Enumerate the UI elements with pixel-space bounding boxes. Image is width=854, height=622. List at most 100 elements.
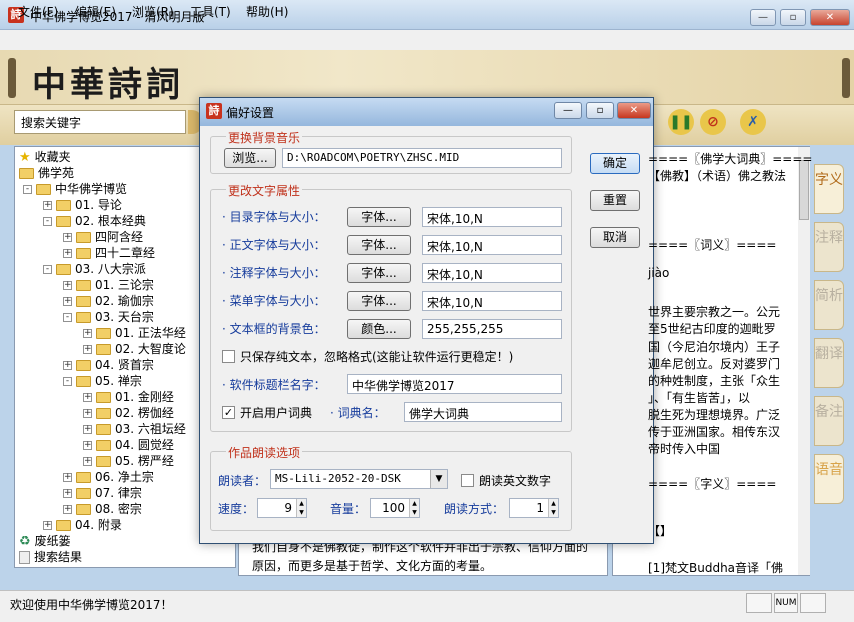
body-font-field[interactable]: 宋体,10,N — [422, 235, 562, 255]
plain-text-checkbox[interactable] — [222, 350, 235, 363]
tree-item[interactable]: ★ 收藏夹 — [19, 149, 71, 165]
expand-icon[interactable]: + — [63, 281, 72, 290]
search-input[interactable]: 搜索关键字 — [14, 110, 186, 134]
collapse-icon[interactable]: - — [43, 217, 52, 226]
expand-icon[interactable]: + — [83, 409, 92, 418]
expand-icon[interactable]: + — [63, 473, 72, 482]
bg-color-button[interactable]: 颜色... — [347, 319, 411, 339]
toc-font-field[interactable]: 宋体,10,N — [422, 207, 562, 227]
tree-item-label: 02. 大智度论 — [115, 342, 186, 356]
tree-item-label: 四十二章经 — [95, 246, 156, 260]
menu-tools[interactable]: 工具(T) — [190, 3, 231, 20]
read-mode-spin-icon[interactable]: ▲ ▼ — [548, 499, 558, 517]
expand-icon[interactable]: + — [63, 249, 72, 258]
tree-item[interactable]: +08. 密宗 — [63, 501, 142, 517]
tab-analysis[interactable]: 简析 — [814, 280, 844, 330]
tree-item[interactable]: +02. 楞伽经 — [83, 405, 174, 421]
tree-item[interactable]: + 四阿含经 — [63, 229, 143, 245]
tab-annotation[interactable]: 注释 — [814, 222, 844, 272]
tree-item[interactable]: +01. 金刚经 — [83, 389, 174, 405]
close-button[interactable]: ✕ — [810, 9, 850, 26]
tree-item[interactable]: + 四十二章经 — [63, 245, 155, 261]
reset-button[interactable]: 重置 — [590, 190, 640, 211]
collapse-icon[interactable]: - — [23, 185, 32, 194]
expand-icon[interactable]: + — [63, 297, 72, 306]
tree-item[interactable]: - 中华佛学博览 — [23, 181, 127, 197]
dialog-maximize-button[interactable]: ▫ — [586, 102, 614, 119]
expand-icon[interactable]: + — [63, 233, 72, 242]
tree-item[interactable]: 佛学苑 — [19, 165, 74, 181]
maximize-button[interactable]: ▫ — [780, 9, 806, 26]
toc-font-button[interactable]: 字体... — [347, 207, 411, 227]
tree-item[interactable]: +04. 附录 — [43, 517, 122, 533]
cancel-button[interactable]: 取消 — [590, 227, 640, 248]
tree-item[interactable]: ♻ 废纸篓 — [19, 533, 71, 549]
title-name-field[interactable]: 中华佛学博览2017 — [347, 374, 562, 394]
note-font-field[interactable]: 宋体,10,N — [422, 263, 562, 283]
tree-item[interactable]: - 03. 天台宗 — [63, 309, 154, 325]
tree-item[interactable]: +01. 导论 — [43, 197, 122, 213]
pause-icon[interactable]: ❚❚ — [668, 109, 694, 135]
volume-spin-icon[interactable]: ▲ ▼ — [409, 499, 419, 517]
tree-item[interactable]: +07. 律宗 — [63, 485, 142, 501]
expand-icon[interactable]: + — [63, 489, 72, 498]
menu-font-field[interactable]: 宋体,10,N — [422, 291, 562, 311]
expand-icon[interactable]: + — [83, 457, 92, 466]
menu-browse[interactable]: 浏览(R) — [132, 3, 174, 20]
mute-icon[interactable]: ⊘ — [700, 109, 726, 135]
collapse-icon[interactable]: - — [63, 377, 72, 386]
tree-item[interactable]: - 03. 八大宗派 — [43, 261, 146, 277]
minimize-button[interactable]: — — [750, 9, 776, 26]
expand-icon[interactable]: + — [83, 425, 92, 434]
tree-item[interactable]: +02. 大智度论 — [83, 341, 186, 357]
menu-help[interactable]: 帮助(H) — [246, 3, 288, 20]
expand-icon[interactable]: + — [43, 521, 52, 530]
tools-icon[interactable]: ✗ — [740, 109, 766, 135]
tree-item[interactable]: +03. 六祖坛经 — [83, 421, 186, 437]
tree-item[interactable]: +05. 楞严经 — [83, 453, 174, 469]
tab-meaning[interactable]: 字义 — [814, 164, 844, 214]
expand-icon[interactable]: + — [83, 441, 92, 450]
browse-button[interactable]: 浏览... — [224, 148, 276, 168]
tree-item[interactable]: +01. 正法华经 — [83, 325, 186, 341]
tab-translation[interactable]: 翻译 — [814, 338, 844, 388]
ok-button[interactable]: 确定 — [590, 153, 640, 174]
menu-font-button[interactable]: 字体... — [347, 291, 411, 311]
expand-icon[interactable]: + — [63, 361, 72, 370]
tree-item[interactable]: - 05. 禅宗 — [63, 373, 142, 389]
dialog-close-button[interactable]: ✕ — [617, 102, 651, 119]
tab-notes[interactable]: 备注 — [814, 396, 844, 446]
tab-audio[interactable]: 语音 — [814, 454, 844, 504]
tree-item[interactable]: 搜索结果 — [19, 549, 82, 565]
dict-name-field[interactable]: 佛学大词典 — [404, 402, 562, 422]
user-dict-checkbox[interactable]: ✓ — [222, 406, 235, 419]
tree-item[interactable]: +04. 贤首宗 — [63, 357, 154, 373]
status-panel-3 — [800, 593, 826, 613]
speed-spin-icon[interactable]: ▲ ▼ — [296, 499, 306, 517]
expand-icon[interactable]: + — [83, 393, 92, 402]
tree-item[interactable]: +06. 净土宗 — [63, 469, 154, 485]
collapse-icon[interactable]: - — [63, 313, 72, 322]
dictionary-line: ====〖字义〗==== — [648, 477, 777, 491]
tree-item[interactable]: - 02. 根本经典 — [43, 213, 146, 229]
body-font-button[interactable]: 字体... — [347, 235, 411, 255]
expand-icon[interactable]: + — [83, 329, 92, 338]
menu-file[interactable]: 文件(F) — [18, 3, 58, 20]
dialog-minimize-button[interactable]: — — [554, 102, 582, 119]
reader-select[interactable]: MS-Lili-2052-20-DSK — [270, 469, 448, 489]
tree-item[interactable]: +01. 三论宗 — [63, 277, 154, 293]
read-english-checkbox[interactable] — [461, 474, 474, 487]
tree-item[interactable]: +02. 瑜伽宗 — [63, 293, 154, 309]
expand-icon[interactable]: + — [43, 201, 52, 210]
note-font-button[interactable]: 字体... — [347, 263, 411, 283]
expand-icon[interactable]: + — [63, 505, 72, 514]
tree-item[interactable]: +04. 圆觉经 — [83, 437, 174, 453]
collapse-icon[interactable]: - — [43, 265, 52, 274]
chevron-down-icon[interactable]: ▼ — [430, 470, 447, 488]
bg-color-field[interactable]: 255,255,255 — [422, 319, 562, 339]
expand-icon[interactable]: + — [83, 345, 92, 354]
music-path-field[interactable]: D:\ROADCOM\POETRY\ZHSC.MID — [282, 148, 562, 168]
menu-edit[interactable]: 编辑(E) — [75, 3, 116, 20]
tree-item-label: 05. 禅宗 — [95, 374, 142, 388]
scrollbar-thumb[interactable] — [799, 160, 809, 220]
